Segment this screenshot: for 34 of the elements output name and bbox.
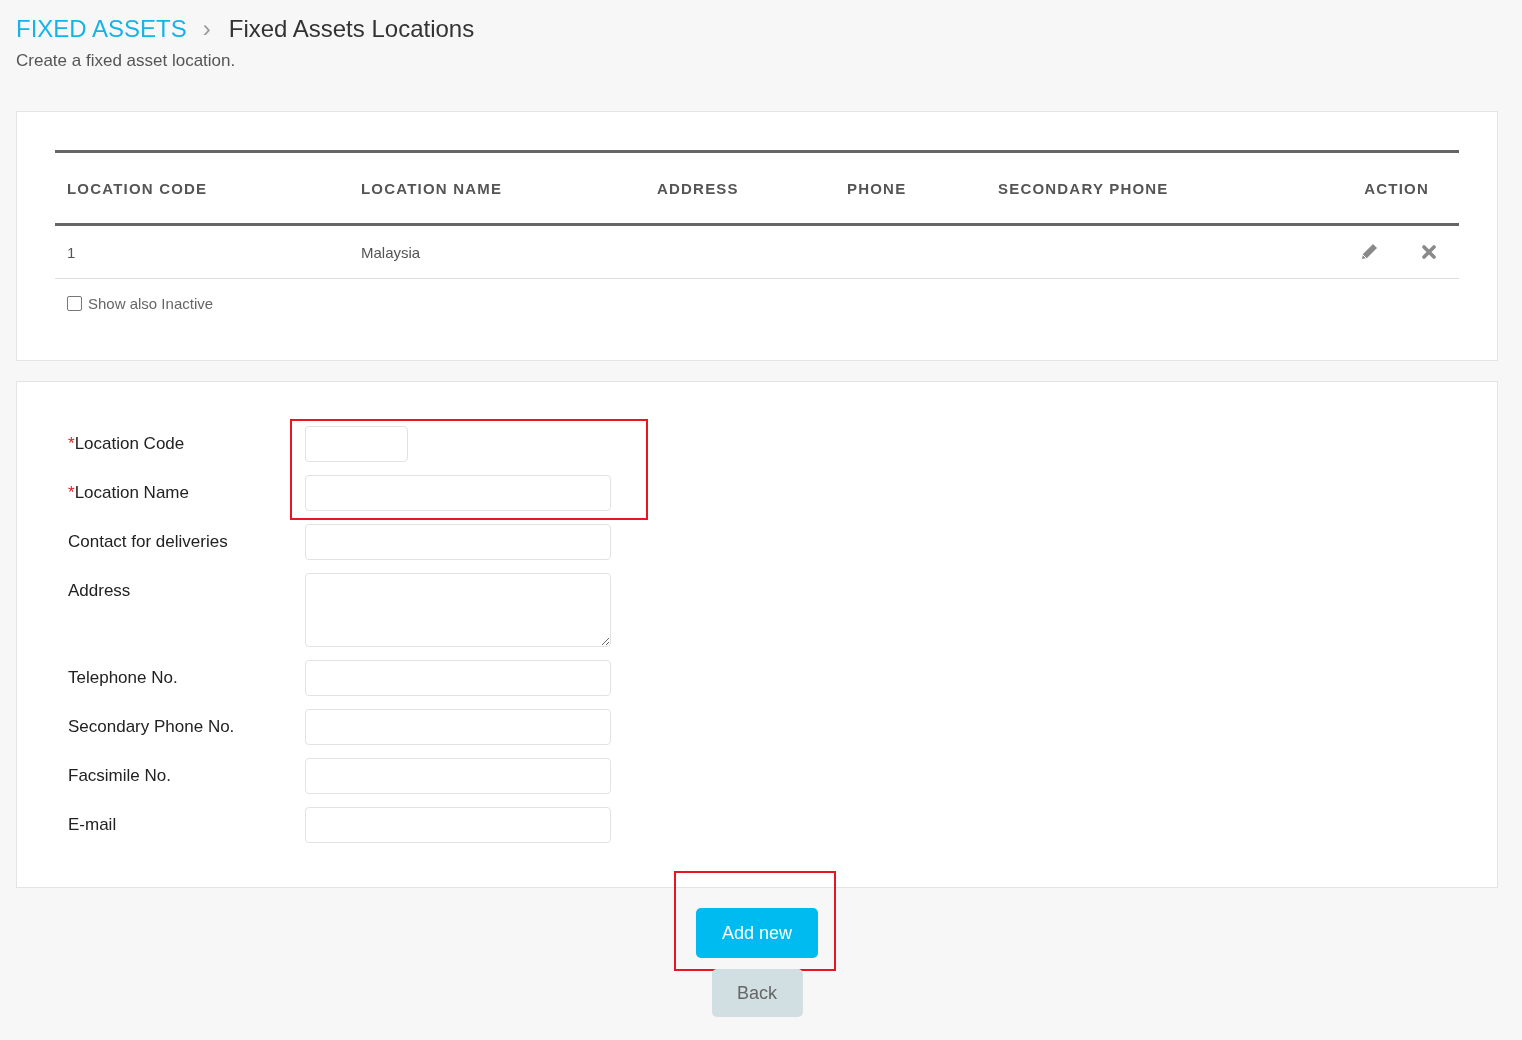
checkbox-label[interactable]: Show also Inactive bbox=[88, 295, 214, 312]
edit-pencil-icon[interactable] bbox=[1359, 242, 1379, 262]
field-label: E-mail bbox=[68, 814, 118, 836]
breadcrumb-link[interactable]: FIXED ASSETS bbox=[16, 15, 187, 43]
field-label: *Location Name bbox=[68, 482, 190, 504]
table-cell-text: 1 bbox=[66, 243, 77, 261]
field-label: Facsimile No. bbox=[68, 765, 172, 787]
field-label: *Location Code bbox=[68, 433, 186, 455]
column-header: LOCATION NAME bbox=[360, 179, 504, 197]
input-field[interactable] bbox=[305, 475, 611, 511]
column-header: PHONE bbox=[846, 179, 908, 197]
checkbox[interactable] bbox=[67, 296, 82, 311]
breadcrumb-separator: › bbox=[202, 15, 211, 43]
column-header: ACTION bbox=[1363, 179, 1430, 197]
field-label: Address bbox=[68, 580, 132, 602]
input-field[interactable] bbox=[305, 709, 611, 745]
column-header: ADDRESS bbox=[656, 179, 740, 197]
input-field[interactable] bbox=[305, 660, 611, 696]
column-header: SECONDARY PHONE bbox=[997, 179, 1170, 197]
input-field[interactable] bbox=[305, 758, 611, 794]
field-label: Secondary Phone No. bbox=[68, 716, 236, 738]
delete-icon[interactable] bbox=[1421, 244, 1437, 260]
textarea-field[interactable] bbox=[305, 573, 611, 647]
page-subtitle: Create a fixed asset location. bbox=[16, 51, 237, 71]
input-field[interactable] bbox=[305, 807, 611, 843]
input-field[interactable] bbox=[305, 524, 611, 560]
add-button[interactable]: Add new bbox=[696, 908, 818, 958]
field-label: Contact for deliveries bbox=[68, 531, 229, 553]
table-cell-text: Malaysia bbox=[360, 243, 422, 261]
input-field[interactable] bbox=[305, 426, 408, 462]
field-label: Telephone No. bbox=[68, 667, 179, 689]
column-header: LOCATION CODE bbox=[66, 179, 209, 197]
back-button[interactable]: Back bbox=[711, 969, 803, 1017]
page-title: Fixed Assets Locations bbox=[228, 15, 475, 43]
